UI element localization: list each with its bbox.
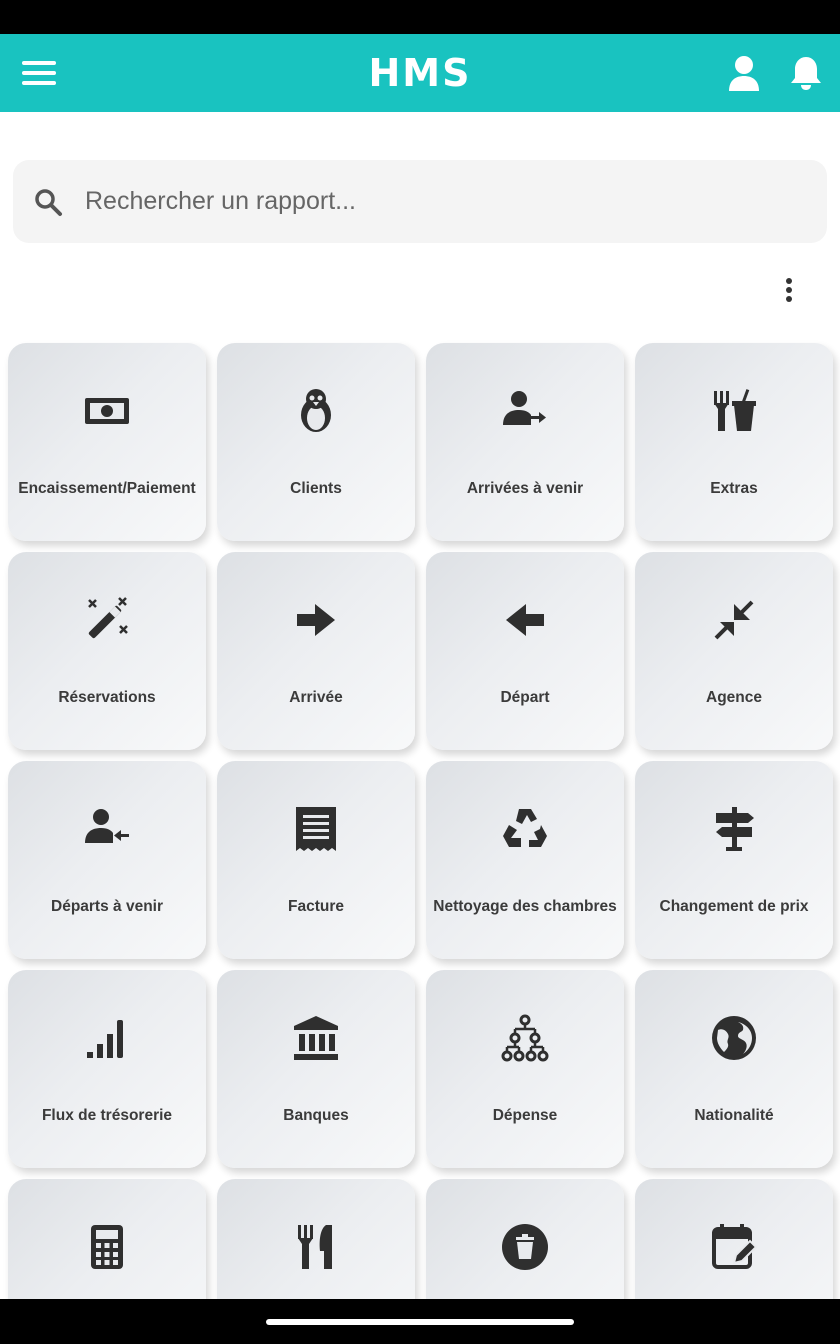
report-tile-encaissement-paiement[interactable]: Encaissement/Paiement — [8, 343, 206, 541]
trash-circle-icon — [501, 1223, 549, 1271]
fork-drink-icon — [710, 387, 758, 435]
calculator-icon — [83, 1223, 131, 1271]
penguin-icon — [292, 387, 340, 435]
report-tile-depense[interactable]: Dépense — [426, 970, 624, 1168]
report-tile-label: Clients — [290, 480, 342, 497]
recycle-icon — [501, 805, 549, 853]
report-tile-arrivees-a-venir[interactable]: Arrivées à venir — [426, 343, 624, 541]
report-tile-changement-de-prix[interactable]: Changement de prix — [635, 761, 833, 959]
report-tile-label: Agence — [706, 689, 762, 706]
home-indicator[interactable] — [266, 1319, 574, 1325]
navigation-bar — [0, 1299, 840, 1344]
arrow-right-icon — [292, 596, 340, 644]
report-tile-label: Nationalité — [694, 1107, 774, 1124]
signpost-icon — [710, 805, 758, 853]
report-tile-label: Départs à venir — [51, 898, 163, 915]
receipt-icon — [292, 805, 340, 853]
report-tile-nettoyage-des-chambres[interactable]: Nettoyage des chambres — [426, 761, 624, 959]
report-tile-extras[interactable]: Extras — [635, 343, 833, 541]
report-tile-nationalite[interactable]: Nationalité — [635, 970, 833, 1168]
report-grid: Encaissement/Paiement Clients Arrivées à v… — [0, 0, 840, 1344]
money-icon — [83, 387, 131, 435]
report-tile-reservations[interactable]: Réservations — [8, 552, 206, 750]
report-tile-flux-de-tresorerie[interactable]: Flux de trésorerie — [8, 970, 206, 1168]
calendar-edit-icon — [710, 1223, 758, 1271]
report-tile-label: Départ — [500, 689, 550, 706]
report-tile-agence[interactable]: Agence — [635, 552, 833, 750]
signal-bars-icon — [83, 1014, 131, 1062]
report-tile-label: Changement de prix — [659, 898, 809, 915]
report-tile-departs-a-venir[interactable]: Départs à venir — [8, 761, 206, 959]
person-arrow-left-icon — [83, 805, 131, 853]
globe-icon — [710, 1014, 758, 1062]
report-tile-label: Encaissement/Paiement — [18, 480, 196, 497]
hierarchy-icon — [501, 1014, 549, 1062]
arrow-left-icon — [501, 596, 549, 644]
report-tile-label: Banques — [283, 1107, 349, 1124]
app-screen: HMS Encaissement/PaiementClientsArrivées… — [0, 0, 840, 1344]
report-tile-banques[interactable]: Banques — [217, 970, 415, 1168]
restaurant-icon — [292, 1223, 340, 1271]
report-tile-label: Réservations — [58, 689, 156, 706]
report-tile-label: Extras — [710, 480, 758, 497]
compress-arrows-icon — [710, 596, 758, 644]
report-tile-label: Flux de trésorerie — [41, 1107, 173, 1124]
person-arrow-right-icon — [501, 387, 549, 435]
report-tile-depart[interactable]: Départ — [426, 552, 624, 750]
report-tile-label: Dépense — [492, 1107, 558, 1124]
report-tile-label: Arrivées à venir — [466, 480, 584, 497]
report-tile-label: Facture — [288, 898, 344, 915]
report-tile-arrivee[interactable]: Arrivée — [217, 552, 415, 750]
report-tile-label: Nettoyage des chambres — [433, 898, 617, 915]
report-tile-facture[interactable]: Facture — [217, 761, 415, 959]
report-tile-clients[interactable]: Clients — [217, 343, 415, 541]
bank-icon — [292, 1014, 340, 1062]
report-tile-label: Arrivée — [289, 689, 343, 706]
magic-wand-icon — [83, 596, 131, 644]
